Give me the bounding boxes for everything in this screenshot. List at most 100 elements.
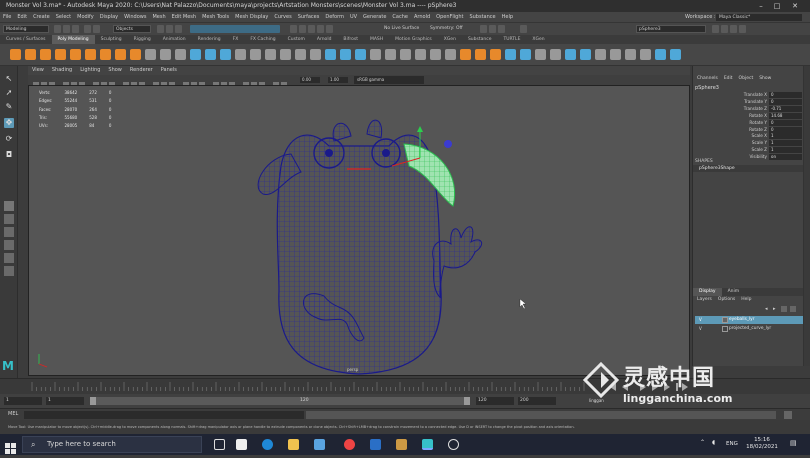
shelf-tool-icon[interactable] (595, 49, 606, 60)
shelf-tool-icon[interactable] (325, 49, 336, 60)
shelf-tool-icon[interactable] (40, 49, 51, 60)
menu-item[interactable]: Mesh Display (235, 12, 268, 22)
channel-attr-name[interactable]: Scale X (697, 133, 767, 138)
snap-grid-icon[interactable] (290, 25, 297, 33)
channel-box-menu-item[interactable]: Object (739, 76, 754, 81)
render-icon[interactable] (480, 25, 487, 33)
channel-attr-name[interactable]: Translate X (697, 92, 767, 97)
layer-color-swatch[interactable] (722, 326, 728, 332)
panel-menu-item[interactable]: View (32, 67, 44, 73)
new-layer-icon[interactable] (781, 306, 787, 312)
command-language-label[interactable]: MEL (8, 411, 18, 417)
side-tabs[interactable] (803, 66, 810, 366)
shelf-tab[interactable]: Poly Modeling (51, 35, 95, 44)
shelf-tool-icon[interactable] (460, 49, 471, 60)
channel-attr-value[interactable]: 14.68 (769, 112, 802, 119)
move-layer-down-icon[interactable]: ▸ (773, 306, 776, 312)
panel-menu-item[interactable]: Panels (161, 67, 177, 73)
channel-attr-value[interactable]: 1 (769, 140, 802, 147)
panel-menu-item[interactable]: Shading (52, 67, 72, 73)
folder-icon[interactable] (288, 439, 299, 450)
shelf-tool-icon[interactable] (355, 49, 366, 60)
component-mode-icon[interactable] (175, 25, 182, 33)
channel-box-toggle-icon[interactable] (739, 25, 746, 33)
layer-row[interactable]: V projected_curve_lyr (695, 325, 803, 333)
animation-end-field[interactable]: 200 (518, 397, 556, 405)
channel-box-menu-item[interactable]: Channels (697, 76, 718, 81)
menu-item[interactable]: Arnold (414, 12, 430, 22)
minimize-icon[interactable]: – (754, 0, 768, 12)
object-mode-icon[interactable] (166, 25, 173, 33)
maximize-icon[interactable]: □ (770, 0, 784, 12)
shelf-tab[interactable]: Animation (157, 35, 192, 44)
select-tool-icon[interactable]: ↖ (4, 74, 14, 84)
range-start-handle[interactable] (90, 397, 96, 405)
object-name-field[interactable]: pSphere3 (636, 25, 706, 33)
exposure-field[interactable]: 0.00 (300, 77, 320, 83)
channel-attr-name[interactable]: Translate Z (697, 106, 767, 111)
task-view-icon[interactable] (214, 439, 225, 450)
live-surface-label[interactable]: No Live Surface (382, 25, 422, 33)
snap-surface-icon[interactable] (326, 25, 333, 33)
shelf-tool-icon[interactable] (505, 49, 516, 60)
hypershade-icon[interactable] (4, 266, 14, 276)
layer-tab[interactable]: Display (693, 288, 722, 296)
shelf-tool-icon[interactable] (520, 49, 531, 60)
shelf-tool-icon[interactable] (205, 49, 216, 60)
layer-visibility-icon[interactable]: V (699, 317, 704, 323)
scale-tool-icon[interactable]: ◘ (4, 150, 14, 160)
close-icon[interactable]: ✕ (788, 0, 802, 12)
viewport-persp[interactable]: Verts: 38642 272 0 Edges: 55244 531 0 Faces: 2807… (28, 85, 690, 376)
menu-item[interactable]: Mesh (152, 12, 165, 22)
shelf-tool-icon[interactable] (415, 49, 426, 60)
menu-item[interactable]: Deform (325, 12, 344, 22)
shelf-tab[interactable]: Curves / Surfaces (0, 35, 52, 44)
shelf-tool-icon[interactable] (295, 49, 306, 60)
shelf-tool-icon[interactable] (235, 49, 246, 60)
mail-icon[interactable] (370, 439, 381, 450)
left-horn-mesh[interactable] (332, 123, 352, 142)
shelf-tab[interactable]: Substance (462, 35, 498, 44)
menu-item[interactable]: Substance (469, 12, 495, 22)
channel-attr-name[interactable]: Scale Z (697, 147, 767, 152)
shelf-tool-icon[interactable] (445, 49, 456, 60)
system-tray-chevron-icon[interactable]: ⌃ (700, 439, 705, 446)
shelf-tool-icon[interactable] (580, 49, 591, 60)
save-scene-icon[interactable] (72, 25, 79, 33)
shelf-tool-icon[interactable] (280, 49, 291, 60)
notification-icon[interactable]: ▤ (790, 439, 797, 447)
shelf-tab[interactable]: Arnold (311, 35, 338, 44)
channel-attr-name[interactable]: Rotate Z (697, 127, 767, 132)
hand-mesh[interactable] (432, 226, 483, 299)
channel-attr-value[interactable]: 0 (769, 92, 802, 98)
snap-curve-icon[interactable] (299, 25, 306, 33)
new-scene-icon[interactable] (54, 25, 61, 33)
hierarchy-mode-icon[interactable] (157, 25, 164, 33)
taskbar-search-input[interactable]: ⌕ Type here to search (22, 436, 202, 453)
move-y-arrow[interactable] (417, 126, 423, 132)
shelf-tool-icon[interactable] (655, 49, 666, 60)
four-view-icon[interactable] (4, 214, 14, 224)
panel-menu-item[interactable]: Lighting (80, 67, 100, 73)
mode-select[interactable]: Modeling (3, 25, 49, 33)
layer-menu-item[interactable]: Layers (697, 297, 712, 302)
menu-item[interactable]: Curves (274, 12, 291, 22)
menu-item[interactable]: Surfaces (298, 12, 320, 22)
shelf-tool-icon[interactable] (265, 49, 276, 60)
menu-item[interactable]: Display (100, 12, 118, 22)
store-icon[interactable] (396, 439, 407, 450)
shelf-tab[interactable]: Rigging (128, 35, 157, 44)
channel-box-menu-item[interactable]: Edit (724, 76, 733, 81)
taskbar-clock[interactable]: 15:16 18/02/2021 (746, 437, 778, 451)
new-layer-selected-icon[interactable] (790, 306, 796, 312)
layer-color-swatch[interactable] (722, 317, 728, 323)
menu-item[interactable]: Mesh Tools (202, 12, 229, 22)
playback-end-field[interactable]: 120 (476, 397, 514, 405)
menu-item[interactable]: Windows (124, 12, 146, 22)
paint-select-icon[interactable]: ✎ (4, 102, 14, 112)
shelf-tool-icon[interactable] (430, 49, 441, 60)
shelf-tab[interactable]: Rendering (192, 35, 227, 44)
playback-start-field[interactable]: 1 (46, 397, 84, 405)
edge-browser-icon[interactable] (262, 439, 273, 450)
undo-icon[interactable] (84, 25, 91, 33)
